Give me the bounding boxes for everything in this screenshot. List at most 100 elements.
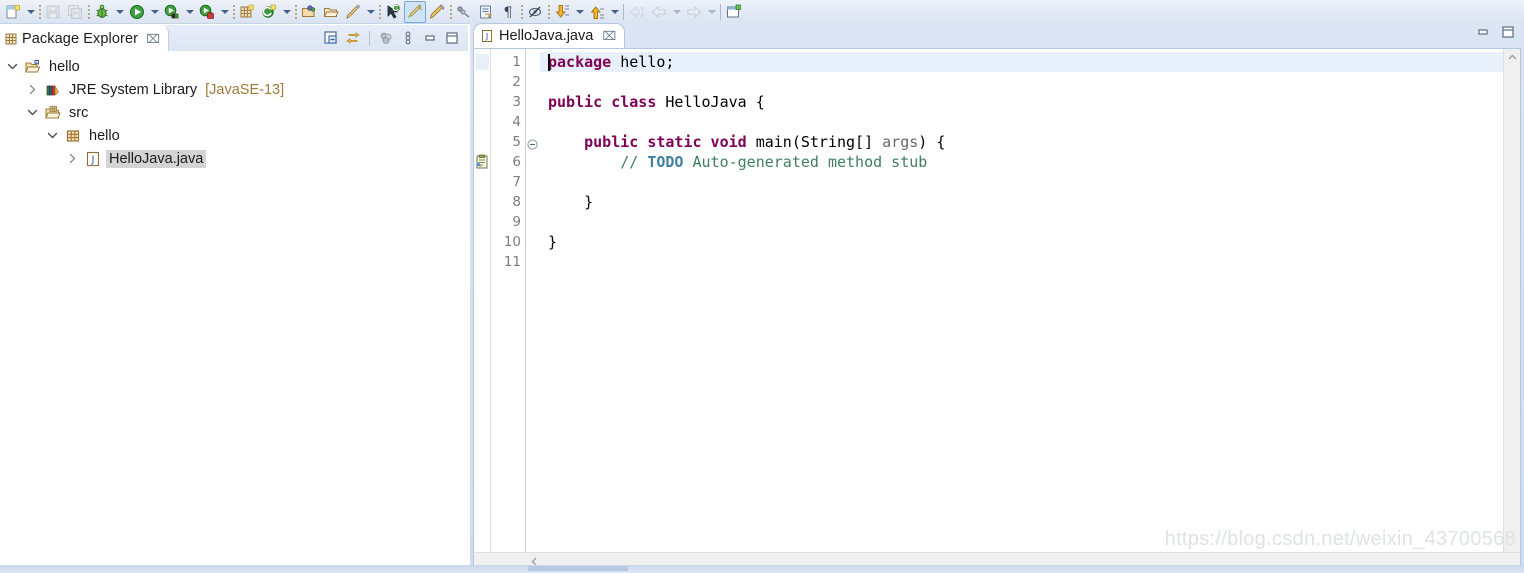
code-line[interactable]: public static void main(String[] args) { — [548, 132, 945, 152]
step-into-button[interactable] — [551, 1, 573, 23]
new-window-button[interactable] — [723, 1, 745, 23]
tree-item-label: HelloJava.java — [106, 149, 207, 168]
previous-annotation-button[interactable] — [475, 1, 497, 23]
code-line[interactable]: } — [548, 192, 593, 212]
back-arrow-icon — [651, 4, 667, 20]
quick-fix-pencil-icon — [345, 3, 361, 20]
code-token: HelloJava { — [656, 93, 765, 111]
package-explorer-tab[interactable]: Package Explorer ⌧ — [0, 25, 169, 51]
run-external-button[interactable] — [196, 1, 218, 23]
chevron-down-icon[interactable] — [183, 1, 196, 23]
save-icon — [45, 4, 61, 20]
code-editor[interactable]: 1 2 3 4 5 6 7 8 9 10 11 package hello; public class… — [473, 48, 1521, 570]
save-all-button — [64, 1, 86, 23]
chevron-down-icon[interactable] — [608, 1, 621, 23]
editor-vertical-scrollbar[interactable] — [1503, 49, 1520, 569]
close-icon[interactable]: ⌧ — [146, 33, 160, 45]
maximize-icon[interactable] — [1500, 24, 1516, 45]
debug-bug-icon — [94, 4, 110, 20]
run-button[interactable] — [126, 1, 148, 23]
code-token: args — [882, 133, 919, 151]
save-button — [42, 1, 64, 23]
chevron-right-icon[interactable] — [64, 151, 80, 167]
java-project-icon — [25, 59, 41, 75]
minimize-icon[interactable] — [420, 28, 440, 48]
code-token: } — [548, 193, 594, 211]
new-java-package-button[interactable] — [236, 1, 258, 23]
mark-occurrences-icon — [429, 3, 445, 20]
open-task-button[interactable] — [320, 1, 342, 23]
jre-library-icon — [45, 82, 61, 98]
collapse-all-icon[interactable] — [321, 28, 341, 48]
block-selection-icon — [527, 4, 543, 20]
chevron-down-icon[interactable] — [364, 1, 377, 23]
changed-lines-marker[interactable] — [475, 54, 490, 70]
skip-all-breakpoints-icon — [407, 3, 423, 20]
package-explorer-view-toolbar — [321, 25, 462, 51]
minimize-icon[interactable] — [1475, 24, 1491, 45]
editor-tab-row: J HelloJava.java ⌧ — [470, 21, 1524, 48]
chevron-down-icon[interactable] — [4, 59, 20, 75]
tree-item-jre-system-library[interactable]: JRE System Library [JavaSE-13] — [0, 78, 468, 101]
view-filters-icon[interactable] — [376, 28, 396, 48]
next-annotation-button[interactable] — [453, 1, 475, 23]
editor-window-buttons — [1475, 24, 1516, 45]
chevron-down-icon — [705, 1, 718, 23]
show-whitespace-button[interactable]: ¶ — [497, 1, 519, 23]
maximize-icon[interactable] — [442, 28, 462, 48]
back-button — [648, 1, 670, 23]
chevron-down-icon[interactable] — [44, 128, 60, 144]
quick-fix-button[interactable] — [342, 1, 364, 23]
search-java-icon — [385, 3, 401, 20]
code-line[interactable]: package hello; — [548, 52, 674, 72]
tree-item-source-folder-src[interactable]: src — [0, 101, 468, 124]
skip-breakpoints-button[interactable] — [404, 0, 426, 23]
tree-item-package-hello[interactable]: hello — [0, 124, 468, 147]
back-to-icon — [629, 4, 645, 20]
chevron-down-icon[interactable] — [148, 1, 161, 23]
search-button[interactable] — [382, 1, 404, 23]
editor-marker-bar[interactable] — [474, 49, 491, 569]
toggle-block-selection-button[interactable] — [524, 1, 546, 23]
code-token: TODO — [647, 153, 684, 171]
toggle-mark-occurrences-button[interactable] — [426, 1, 448, 23]
new-class-button[interactable] — [258, 1, 280, 23]
run-play-icon — [129, 4, 145, 20]
bottom-strip-segment — [528, 566, 628, 571]
step-return-button[interactable] — [586, 1, 608, 23]
editor-tab-label: HelloJava.java — [499, 28, 594, 44]
debug-button[interactable] — [91, 1, 113, 23]
open-task-icon — [323, 4, 339, 20]
code-line[interactable]: public class HelloJava { — [548, 92, 765, 112]
new-wizard-button[interactable] — [2, 1, 24, 23]
link-with-editor-icon[interactable] — [343, 28, 363, 48]
java-compilation-unit-icon: J — [85, 151, 101, 167]
code-token: public class — [548, 93, 657, 111]
chevron-down-icon[interactable] — [280, 1, 293, 23]
chevron-down-icon[interactable] — [113, 1, 126, 23]
code-token: // — [548, 153, 648, 171]
tree-item-file-hellojava[interactable]: J HelloJava.java — [0, 147, 468, 170]
new-window-icon — [726, 4, 742, 20]
scroll-up-icon[interactable] — [1504, 49, 1520, 66]
editor-text-area[interactable]: package hello; public class HelloJava { p… — [516, 49, 1520, 569]
chevron-down-icon[interactable] — [24, 1, 37, 23]
editor-tab-hellojava[interactable]: J HelloJava.java ⌧ — [473, 23, 626, 48]
coverage-button[interactable] — [161, 1, 183, 23]
new-package-icon — [239, 4, 255, 20]
code-line[interactable]: // TODO Auto-generated method stub — [548, 152, 927, 172]
tree-item-project-hello[interactable]: hello — [0, 55, 468, 78]
todo-task-marker[interactable] — [475, 154, 490, 170]
package-explorer-tree[interactable]: hello JRE System Library [JavaSE-13] src hel… — [0, 51, 468, 573]
chevron-down-icon[interactable] — [24, 105, 40, 121]
close-icon[interactable]: ⌧ — [602, 30, 616, 42]
open-type-button[interactable] — [298, 1, 320, 23]
view-menu-icon[interactable] — [398, 28, 418, 48]
chevron-right-icon[interactable] — [24, 82, 40, 98]
code-token: public static void — [584, 133, 747, 151]
chevron-down-icon[interactable] — [218, 1, 231, 23]
window-bottom-strip — [0, 565, 1524, 573]
code-line[interactable]: } — [548, 232, 557, 252]
chevron-down-icon[interactable] — [573, 1, 586, 23]
